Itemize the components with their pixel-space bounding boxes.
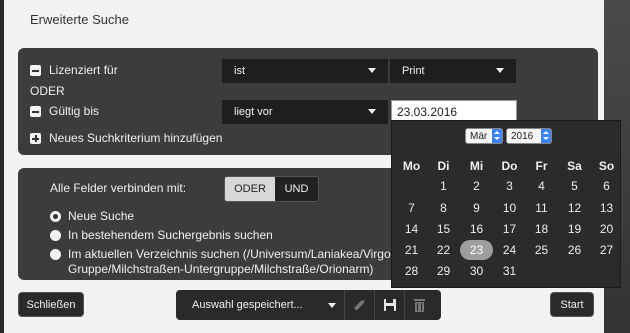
month-stepper-icon	[492, 129, 502, 143]
calendar-day[interactable]: 11	[525, 198, 558, 218]
add-criterion-link[interactable]: Neues Suchkriterium hinzufügen	[49, 131, 222, 145]
criterion-2-operator-select[interactable]: liegt vor	[222, 100, 388, 124]
calendar-day[interactable]: 19	[558, 219, 591, 239]
start-button[interactable]: Start	[550, 292, 594, 317]
calendar-day[interactable]: 18	[525, 219, 558, 239]
saved-selection-select[interactable]: Auswahl gespeichert...	[176, 290, 344, 320]
calendar-day[interactable]: 9	[460, 198, 493, 218]
criterion-1-value-select[interactable]: Print	[390, 59, 516, 83]
month-select[interactable]: Mär	[465, 128, 503, 144]
calendar-day[interactable]: 15	[427, 219, 460, 239]
or-label: ODER	[30, 84, 65, 98]
year-value: 2016	[511, 131, 534, 142]
calendar-day[interactable]: 8	[427, 198, 460, 218]
month-value: Mär	[470, 131, 488, 142]
calendar-day[interactable]: 16	[460, 219, 493, 239]
criterion-1-field: Lizenziert für	[49, 63, 118, 77]
chevron-down-icon	[368, 68, 376, 73]
weekday-label: So	[598, 159, 615, 173]
criterion-1-operator-value: ist	[234, 65, 245, 77]
year-select[interactable]: 2016	[506, 128, 552, 144]
remove-criterion-1-icon[interactable]	[30, 65, 41, 76]
weekday-label: Di	[437, 159, 450, 173]
saved-selection-label: Auswahl gespeichert...	[192, 299, 303, 311]
calendar-day[interactable]: 28	[395, 261, 428, 281]
connect-or-button[interactable]: ODER	[225, 177, 275, 201]
calendar-day[interactable]: 29	[427, 261, 460, 281]
weekday-label: Do	[501, 159, 518, 173]
calendar-day[interactable]: 22	[427, 240, 460, 260]
calendar-day[interactable]: 27	[590, 240, 623, 260]
dialog-title: Erweiterte Suche	[30, 12, 129, 27]
saved-selection-toolbar: Auswahl gespeichert...	[176, 290, 441, 320]
options-panel: Alle Felder verbinden mit: ODER UND Neue…	[18, 168, 403, 280]
radio-current-folder-label-line2: Gruppe/Milchstraßen-Untergruppe/Milchstr…	[68, 262, 374, 276]
criterion-1-value: Print	[402, 65, 425, 77]
calendar-day[interactable]: 13	[590, 198, 623, 218]
add-criterion-icon[interactable]	[30, 133, 41, 144]
criterion-1-operator-select[interactable]: ist	[222, 59, 388, 83]
calendar-day[interactable]: 21	[395, 240, 428, 260]
calendar-day[interactable]: 3	[493, 176, 526, 196]
weekday-label: Mi	[469, 159, 484, 173]
radio-current-folder[interactable]	[50, 249, 61, 260]
calendar-day[interactable]: 31	[493, 261, 526, 281]
calendar-day[interactable]: 25	[525, 240, 558, 260]
calendar-day[interactable]: 30	[460, 261, 493, 281]
chevron-down-icon	[496, 68, 504, 73]
save-icon	[384, 299, 396, 311]
year-stepper-icon	[541, 129, 551, 143]
calendar-day[interactable]: 6	[590, 176, 623, 196]
radio-existing-result[interactable]	[50, 230, 61, 241]
criterion-2-date-input[interactable]: 23.03.2016	[391, 100, 517, 122]
delete-button[interactable]	[404, 290, 433, 320]
calendar-day[interactable]: 12	[558, 198, 591, 218]
calendar-day[interactable]: 24	[493, 240, 526, 260]
radio-existing-result-label: In bestehendem Suchergebnis suchen	[68, 228, 273, 242]
criterion-2-field: Gültig bis	[49, 104, 100, 118]
calendar-day[interactable]: 17	[493, 219, 526, 239]
radio-new-search-label: Neue Suche	[68, 209, 135, 223]
weekday-label: Fr	[535, 159, 548, 173]
calendar-day[interactable]: 20	[590, 219, 623, 239]
date-picker: Mär 2016 Mo Di Mi Do Fr Sa So 1 2 3 4 5 6 7 8 9 10 11 12 13…	[391, 120, 621, 288]
criterion-2-operator-value: liegt vor	[234, 106, 273, 118]
calendar-day[interactable]: 1	[427, 176, 460, 196]
calendar-day-selected[interactable]: 23	[460, 240, 493, 260]
edit-button[interactable]	[344, 290, 373, 320]
connect-fields-label: Alle Felder verbinden mit:	[50, 181, 187, 195]
calendar-day[interactable]: 26	[558, 240, 591, 260]
save-button[interactable]	[374, 290, 403, 320]
calendar-day[interactable]: 7	[395, 198, 428, 218]
chevron-down-icon	[368, 109, 376, 114]
calendar-day[interactable]: 2	[460, 176, 493, 196]
calendar-day[interactable]: 14	[395, 219, 428, 239]
calendar-day[interactable]: 10	[493, 198, 526, 218]
remove-criterion-2-icon[interactable]	[30, 106, 41, 117]
trash-icon	[414, 299, 425, 312]
connect-and-button[interactable]: UND	[275, 177, 318, 201]
radio-current-folder-label: Im aktuellen Verzeichnis suchen (/Univer…	[68, 247, 402, 261]
weekday-label: Sa	[567, 159, 582, 173]
connect-mode-toggle: ODER UND	[224, 176, 319, 202]
weekday-label: Mo	[402, 159, 421, 173]
pencil-icon	[353, 300, 365, 311]
radio-new-search[interactable]	[50, 211, 61, 222]
calendar-day[interactable]: 5	[558, 176, 591, 196]
close-button[interactable]: Schließen	[18, 292, 84, 317]
calendar-day[interactable]: 4	[525, 176, 558, 196]
chevron-down-icon	[328, 303, 336, 308]
